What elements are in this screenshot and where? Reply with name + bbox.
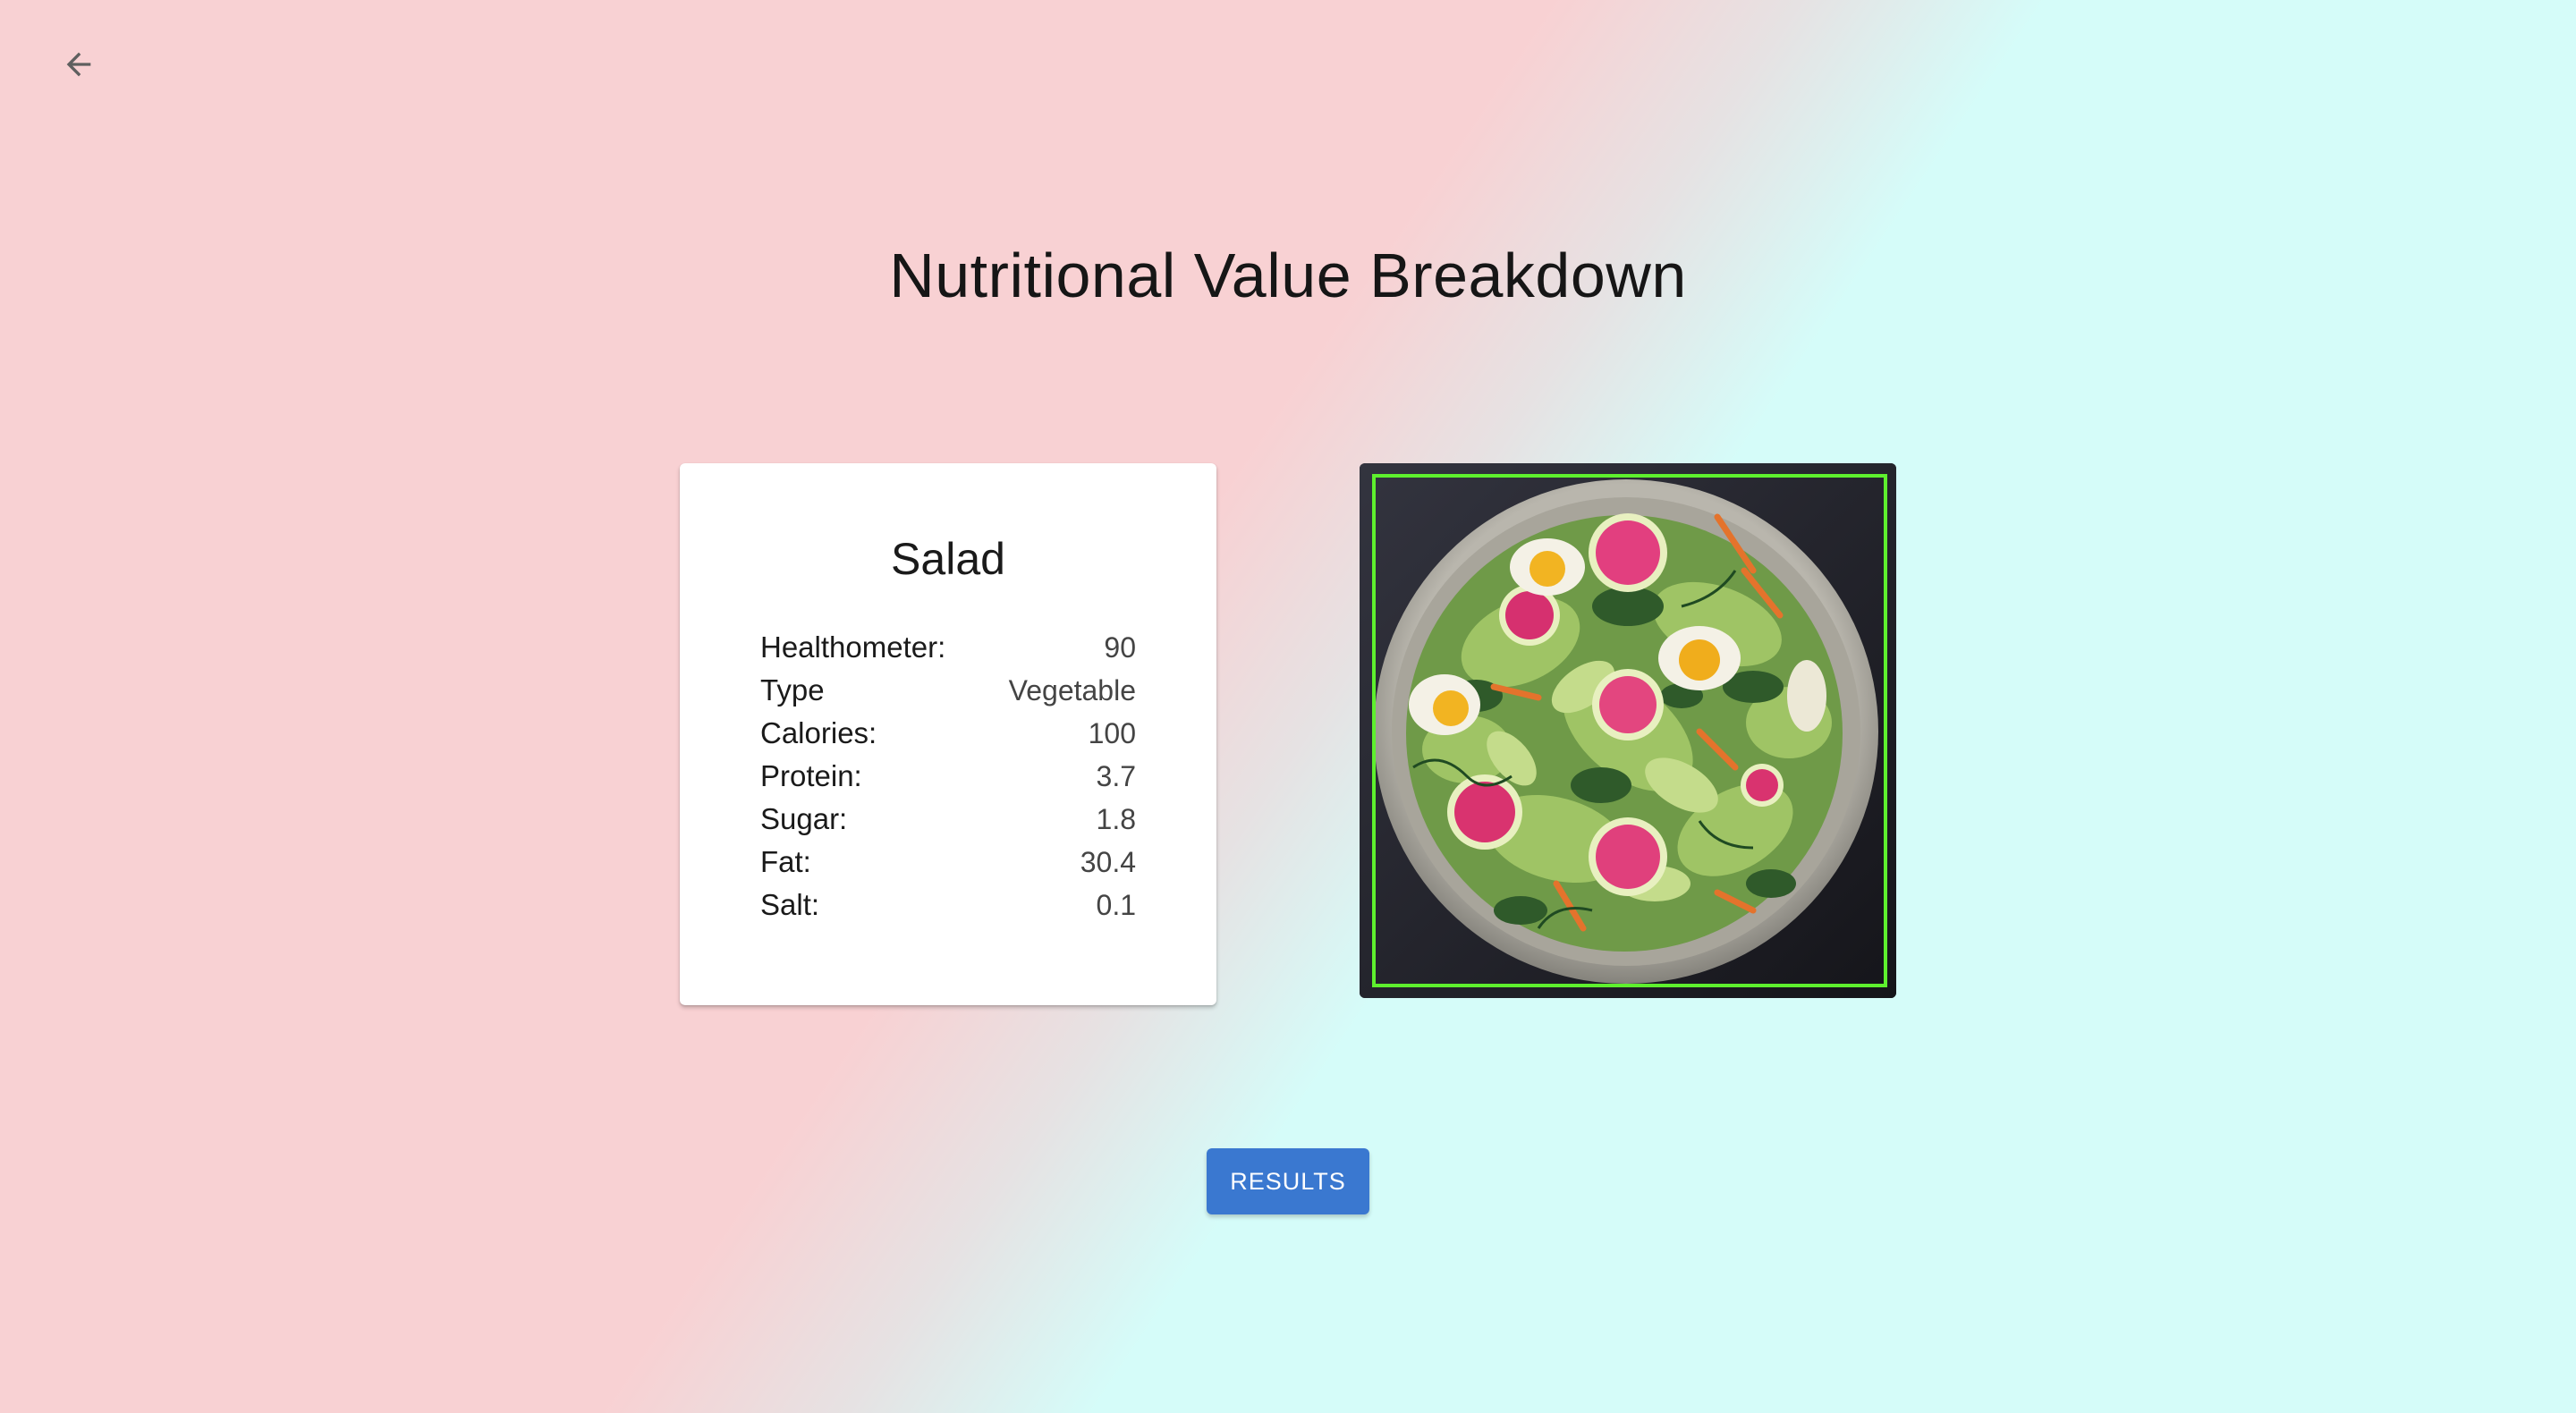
stat-row-type: Type Vegetable [760,669,1136,712]
stat-value: 0.1 [1096,888,1136,921]
stat-value: Vegetable [1008,673,1136,706]
salad-bowl-image [1360,463,1896,998]
stat-value: 100 [1088,716,1136,749]
results-button[interactable]: RESULTS [1207,1148,1369,1214]
stat-row-calories: Calories: 100 [760,712,1136,755]
stat-row-healthometer: Healthometer: 90 [760,626,1136,669]
stat-value: 30.4 [1080,845,1136,878]
stat-label: Healthometer: [760,630,946,664]
stat-row-sugar: Sugar: 1.8 [760,798,1136,841]
food-name: Salad [891,534,1005,584]
stat-label: Type [760,673,825,706]
stat-value: 3.7 [1096,759,1136,792]
stat-value: 90 [1104,630,1136,664]
back-button[interactable] [54,41,104,91]
arrow-left-icon [61,47,97,87]
stat-row-salt: Salt: 0.1 [760,884,1136,926]
stat-label: Fat: [760,845,811,878]
stat-label: Salt: [760,888,820,921]
stat-row-protein: Protein: 3.7 [760,755,1136,798]
stats-list: Healthometer: 90 Type Vegetable Calories… [760,626,1136,926]
stat-label: Calories: [760,716,877,749]
stat-label: Protein: [760,759,862,792]
stat-value: 1.8 [1096,802,1136,835]
page-title: Nutritional Value Breakdown [889,241,1687,310]
stat-row-fat: Fat: 30.4 [760,841,1136,884]
stat-label: Sugar: [760,802,848,835]
nutrition-card: Salad Healthometer: 90 Type Vegetable Ca… [680,463,1216,1005]
food-photo [1360,463,1896,998]
